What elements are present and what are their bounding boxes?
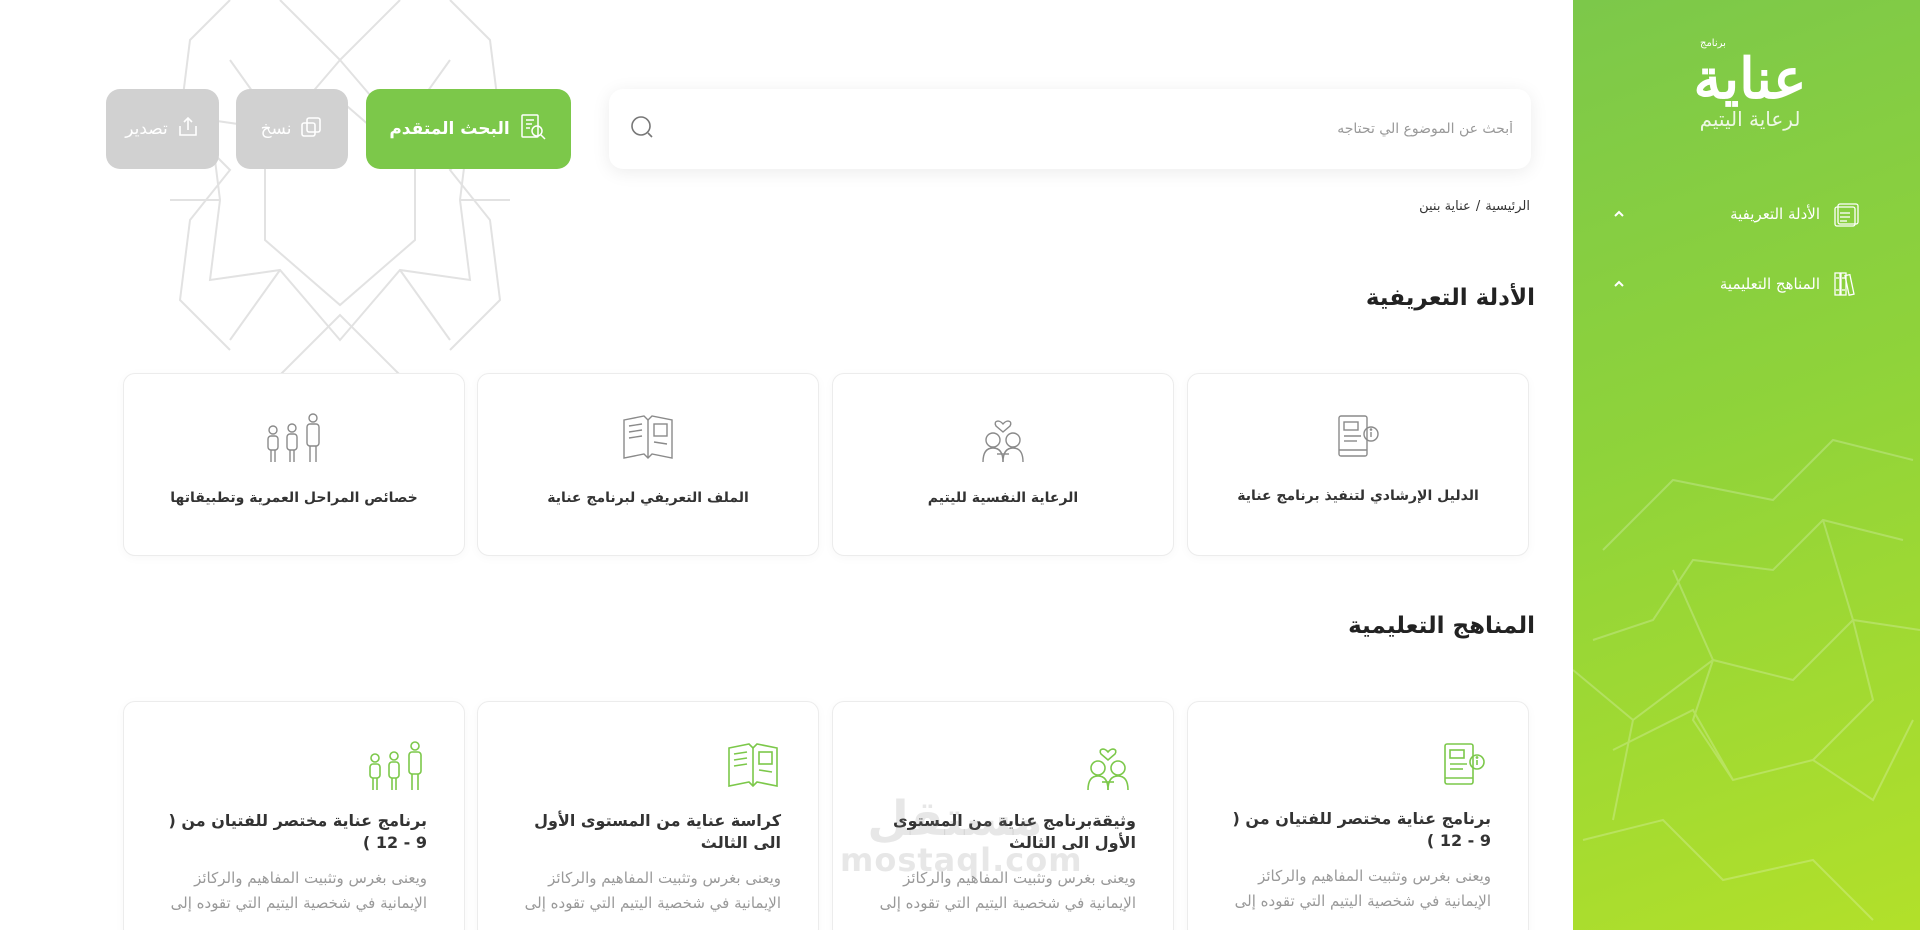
breadcrumb-current: عناية بنين xyxy=(1419,199,1471,214)
curriculum-description: ويعنى بغرس وتثبيت المفاهيم والركائز الإي… xyxy=(524,869,781,912)
advanced-search-label: البحث المتقدم xyxy=(389,119,510,139)
guide-title: الملف التعريفي لبرنامج عناية xyxy=(547,490,749,506)
curriculum-title: برنامج عناية مختصر للفتيان من ( 9 - 12 ) xyxy=(1232,809,1491,850)
breadcrumb-separator: / xyxy=(1475,199,1481,214)
curriculum-description: ويعنى بغرس وتثبيت المفاهيم والركائز الإي… xyxy=(1234,867,1491,910)
copy-button[interactable]: نسخ xyxy=(236,89,348,169)
advanced-search-button[interactable]: البحث المتقدم xyxy=(366,89,571,169)
curriculum-card[interactable]: برنامج عناية مختصر للفتيان من ( 9 - 12 )… xyxy=(123,701,465,930)
guide-card[interactable]: الرعاية النفسية لليتيم xyxy=(832,373,1174,556)
chevron-up-icon[interactable] xyxy=(1612,277,1626,291)
export-icon xyxy=(176,115,200,144)
guide-title: الدليل الإرشادي لتنفيذ برنامج عناية xyxy=(1237,488,1479,504)
guides-icon xyxy=(1832,199,1862,229)
breadcrumb: الرئيسية / عناية بنين xyxy=(1419,199,1530,214)
sidebar-item-curricula[interactable]: المناهج التعليمية xyxy=(1612,268,1862,300)
open-book-icon xyxy=(620,410,676,470)
watermark-arabic: مستقل xyxy=(867,791,1043,847)
sidebar: برنامج عناية لرعاية اليتيم الأدلة التعري… xyxy=(1573,0,1920,930)
books-icon xyxy=(1832,269,1862,299)
watermark-latin: mostaql.com xyxy=(840,841,1083,879)
copy-label: نسخ xyxy=(260,119,292,139)
guide-title: خصائص المراحل العمرية وتطبيقاتها xyxy=(170,490,418,506)
section-title-guides: الأدلة التعريفية xyxy=(1365,285,1535,311)
children-heart-icon xyxy=(975,410,1031,470)
curriculum-card[interactable]: برنامج عناية مختصر للفتيان من ( 9 - 12 )… xyxy=(1187,701,1529,930)
curriculum-description: ويعنى بغرس وتثبيت المفاهيم والركائز الإي… xyxy=(170,869,427,912)
sidebar-item-guides[interactable]: الأدلة التعريفية xyxy=(1612,198,1862,230)
decorative-pattern xyxy=(170,0,510,375)
sidebar-item-label: المناهج التعليمية xyxy=(1719,275,1820,293)
sidebar-pattern xyxy=(1573,438,1920,921)
curriculum-title: برنامج عناية مختصر للفتيان من ( 9 - 12 ) xyxy=(168,811,427,852)
open-book-icon xyxy=(725,738,781,798)
watermark: مستقل mostaql.com xyxy=(840,791,1083,879)
breadcrumb-home[interactable]: الرئيسية xyxy=(1485,199,1530,214)
manual-book-icon xyxy=(1331,410,1385,468)
children-heart-icon xyxy=(1080,738,1136,798)
section-title-curricula: المناهج التعليمية xyxy=(1348,613,1535,639)
curriculum-title: كراسة عناية من المستوى الأول الى الثالث xyxy=(534,811,781,852)
manual-book-icon xyxy=(1437,738,1491,796)
export-button[interactable]: تصدير xyxy=(106,89,219,169)
guide-card[interactable]: الدليل الإرشادي لتنفيذ برنامج عناية xyxy=(1187,373,1529,556)
advanced-search-icon xyxy=(518,112,548,147)
copy-icon xyxy=(299,115,323,144)
sidebar-item-label: الأدلة التعريفية xyxy=(1730,205,1820,223)
family-icon xyxy=(365,738,427,798)
chevron-up-icon[interactable] xyxy=(1612,207,1626,221)
family-icon xyxy=(263,410,325,470)
export-label: تصدير xyxy=(125,119,168,139)
guide-card[interactable]: خصائص المراحل العمرية وتطبيقاتها xyxy=(123,373,465,556)
guide-title: الرعاية النفسية لليتيم xyxy=(927,490,1079,506)
guide-card[interactable]: الملف التعريفي لبرنامج عناية xyxy=(477,373,819,556)
search-input[interactable] xyxy=(655,121,1513,137)
search-icon[interactable] xyxy=(629,114,655,144)
search-bar xyxy=(609,89,1531,169)
curriculum-card[interactable]: كراسة عناية من المستوى الأول الى الثالث … xyxy=(477,701,819,930)
logo-main-text: عناية xyxy=(1693,46,1807,112)
logo-sub-text: لرعاية اليتيم xyxy=(1699,107,1801,131)
brand-logo[interactable]: برنامج عناية لرعاية اليتيم xyxy=(1680,38,1820,131)
